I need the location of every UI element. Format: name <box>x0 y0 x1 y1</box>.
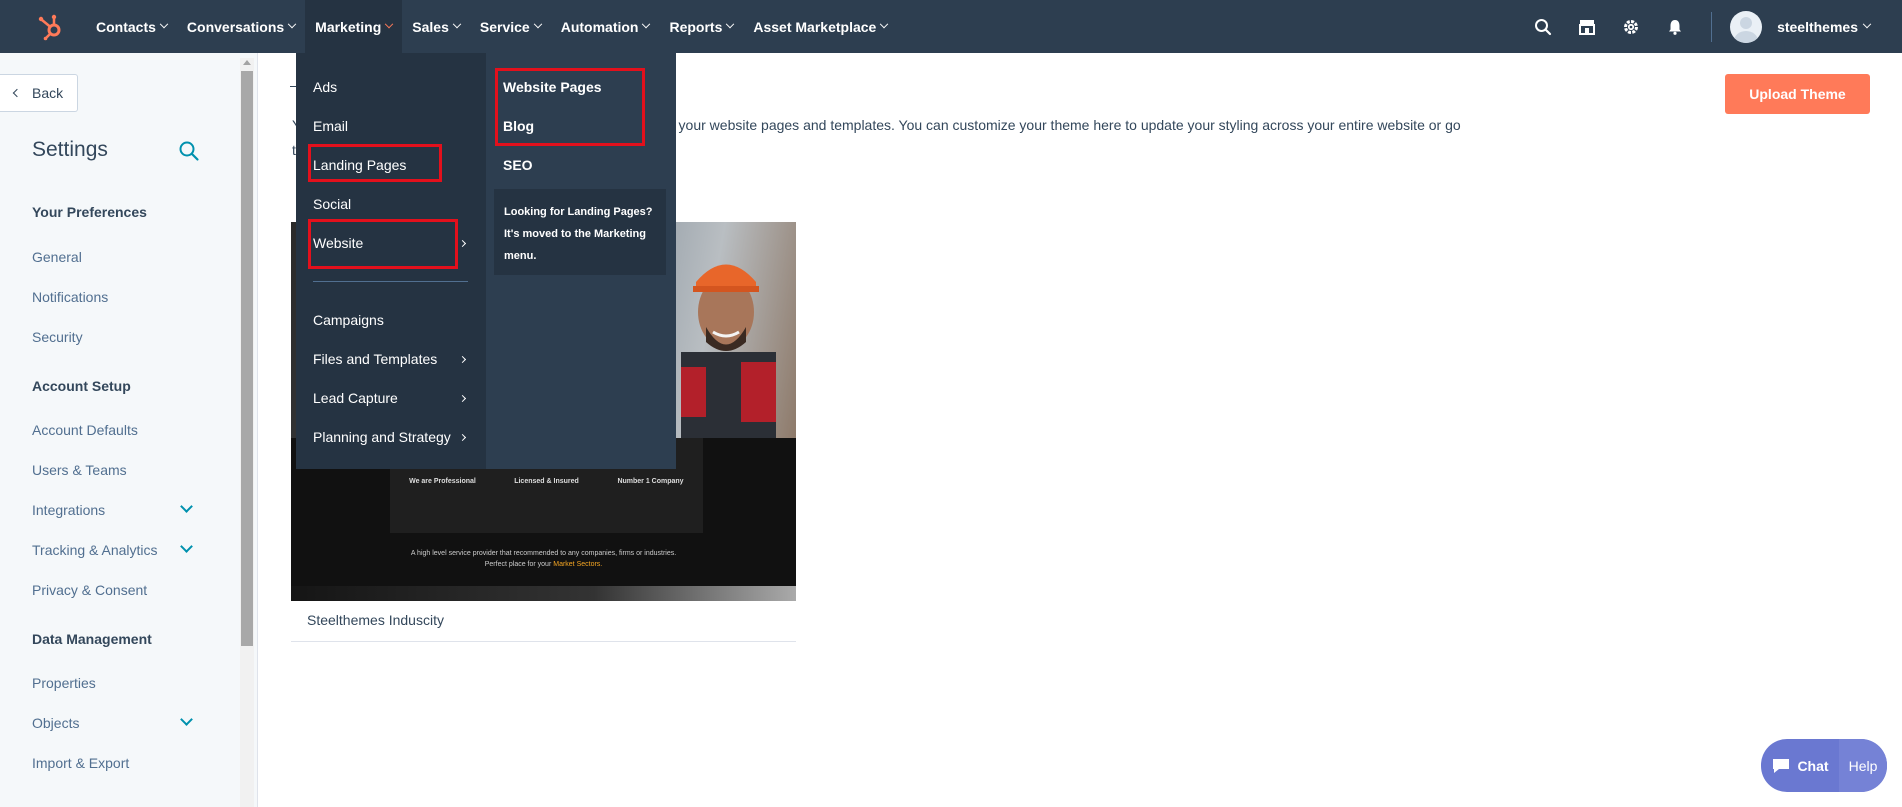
note-line: menu. <box>504 250 537 262</box>
scroll-up-icon[interactable] <box>243 60 251 65</box>
menu-item-planning-strategy[interactable]: Planning and Strategy <box>313 429 451 445</box>
nav-label: Automation <box>560 18 639 35</box>
nav-marketing[interactable]: Marketing <box>305 0 403 53</box>
nav-divider <box>1711 11 1713 42</box>
note-line: Looking for Landing Pages? <box>504 206 653 218</box>
search-icon <box>1535 18 1552 35</box>
sidebar-item-security[interactable]: Security <box>32 329 83 345</box>
tagline-highlight: Market Sectors. <box>553 561 603 568</box>
chat-button[interactable]: Chat <box>1761 739 1839 792</box>
theme-name: Steelthemes Induscity <box>307 612 444 628</box>
nav-label: Reports <box>669 18 723 35</box>
nav-label: Marketing <box>315 18 382 35</box>
scrollbar-thumb[interactable] <box>241 71 253 646</box>
nav-asset-marketplace[interactable]: Asset Marketplace <box>743 0 897 53</box>
chevron-down-icon <box>533 19 542 28</box>
tagline-prefix: Perfect place for your <box>484 561 554 568</box>
chevron-down-icon <box>287 19 297 28</box>
section-your-preferences: Your Preferences <box>32 204 147 220</box>
sidebar-item-privacy-consent[interactable]: Privacy & Consent <box>32 582 147 598</box>
chevron-down-icon <box>385 19 394 28</box>
menu-item-campaigns[interactable]: Campaigns <box>313 312 384 328</box>
sidebar-item-notifications[interactable]: Notifications <box>32 289 108 305</box>
chevron-down-icon <box>880 19 889 28</box>
sidebar-item-integrations[interactable]: Integrations <box>32 502 105 518</box>
settings-button[interactable] <box>1609 0 1653 53</box>
note-line: It's moved to the Marketing <box>504 228 646 240</box>
chevron-right-icon <box>458 355 467 364</box>
chevron-down-icon <box>642 19 651 28</box>
highlight-website <box>308 219 458 269</box>
menu-item-social[interactable]: Social <box>313 196 351 212</box>
chevron-left-icon <box>12 88 22 98</box>
gear-icon <box>1624 19 1639 34</box>
back-button[interactable]: Back <box>0 74 78 112</box>
marketplace-button[interactable] <box>1565 0 1609 53</box>
notifications-button[interactable] <box>1653 0 1697 53</box>
sidebar-item-properties[interactable]: Properties <box>32 675 96 691</box>
worker-illustration <box>681 264 776 438</box>
bell-icon <box>1669 19 1682 35</box>
chevron-down-icon <box>159 19 169 28</box>
chevron-right-icon <box>458 394 467 403</box>
tagline-line: A high level service provider that recom… <box>410 550 677 557</box>
tagline-line: Perfect place for your Market Sectors. <box>291 559 796 570</box>
sidebar-item-account-defaults[interactable]: Account Defaults <box>32 422 138 438</box>
chevron-right-icon <box>458 239 467 248</box>
back-label: Back <box>32 85 64 101</box>
feature-label: Licensed & Insured <box>514 478 579 485</box>
chat-label: Chat <box>1797 757 1829 774</box>
sidebar-scrollbar[interactable] <box>240 58 254 807</box>
section-data-management: Data Management <box>32 631 152 647</box>
section-account-setup: Account Setup <box>32 378 131 394</box>
sidebar-item-general[interactable]: General <box>32 249 82 265</box>
chevron-right-icon <box>458 433 467 442</box>
search-icon[interactable] <box>178 140 200 162</box>
search-button[interactable] <box>1521 0 1565 53</box>
landing-pages-moved-note: Looking for Landing Pages? It's moved to… <box>494 189 666 275</box>
menu-divider <box>313 281 468 282</box>
highlight-website-submenu <box>495 68 645 146</box>
chat-widget[interactable]: Chat Help <box>1761 739 1887 792</box>
sidebar-item-tracking-analytics[interactable]: Tracking & Analytics <box>32 542 158 558</box>
nav-service[interactable]: Service <box>470 0 551 53</box>
menu-item-ads[interactable]: Ads <box>313 79 337 95</box>
menu-item-files-templates[interactable]: Files and Templates <box>313 351 437 367</box>
help-button[interactable]: Help <box>1839 739 1887 792</box>
menu-item-lead-capture[interactable]: Lead Capture <box>313 390 398 406</box>
sidebar-item-users-teams[interactable]: Users & Teams <box>32 462 127 478</box>
nav-sales[interactable]: Sales <box>402 0 470 53</box>
marketplace-icon <box>1579 19 1596 35</box>
top-navigation: Contacts Conversations Marketing Sales S… <box>0 0 1902 53</box>
preview-tagline: A high level service provider that recom… <box>291 548 796 570</box>
nav-contacts[interactable]: Contacts <box>86 0 177 53</box>
chevron-down-icon <box>726 19 735 28</box>
account-name: steelthemes <box>1777 18 1858 35</box>
page-description: r your website pages and templates. You … <box>670 117 1461 133</box>
nav-label: Asset Marketplace <box>753 18 877 35</box>
chat-bubble-icon <box>1773 758 1790 773</box>
sidebar-item-import-export[interactable]: Import & Export <box>32 755 129 771</box>
feature-label: Number 1 Company <box>617 478 684 485</box>
nav-label: Service <box>479 18 530 35</box>
chevron-down-icon <box>1862 19 1872 28</box>
nav-conversations[interactable]: Conversations <box>177 0 305 53</box>
nav-label: Sales <box>412 18 449 35</box>
menu-item-email[interactable]: Email <box>313 118 348 134</box>
account-menu[interactable]: steelthemes <box>1777 18 1872 35</box>
settings-title: Settings <box>32 138 108 161</box>
menu-item-seo[interactable]: SEO <box>503 157 533 173</box>
upload-theme-button[interactable]: Upload Theme <box>1725 74 1870 114</box>
nav-label: Conversations <box>186 18 285 35</box>
nav-automation[interactable]: Automation <box>551 0 660 53</box>
chevron-down-icon <box>452 19 462 28</box>
highlight-landing-pages <box>308 144 442 182</box>
sidebar-item-objects[interactable]: Objects <box>32 715 79 731</box>
feature-label: We are Professional <box>409 478 476 485</box>
nav-label: Contacts <box>96 18 156 35</box>
nav-reports[interactable]: Reports <box>659 0 743 53</box>
preview-footer-strip <box>291 586 796 601</box>
hubspot-logo-icon[interactable] <box>36 12 66 42</box>
avatar[interactable] <box>1730 10 1763 43</box>
